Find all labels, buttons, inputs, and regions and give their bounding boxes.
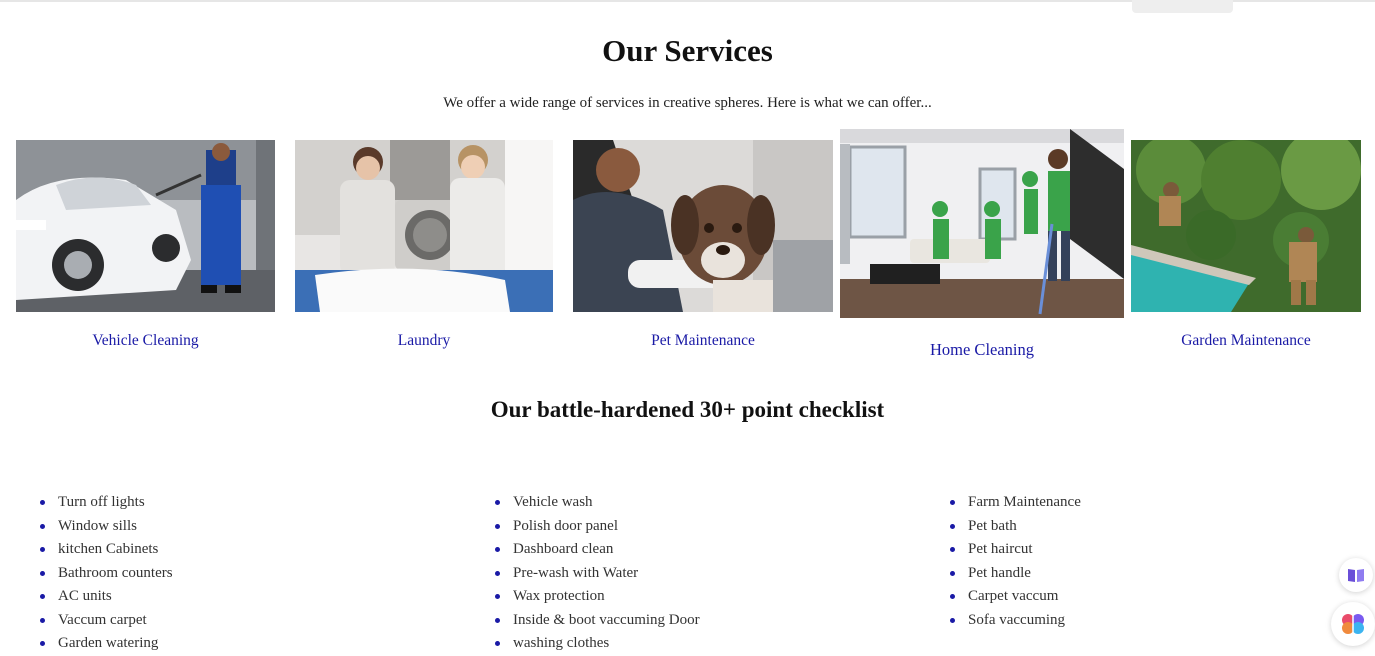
home-cleaning-photo[interactable] <box>840 129 1124 318</box>
list-item: washing clothes <box>493 632 700 656</box>
list-item: Dashboard clean <box>493 538 700 562</box>
pet-maintenance-photo[interactable] <box>573 140 833 312</box>
top-tab[interactable] <box>1132 0 1233 13</box>
checklist-title: Our battle-hardened 30+ point checklist <box>490 397 885 422</box>
list-item: AC units <box>38 585 173 609</box>
list-item: kitchen Cabinets <box>38 538 173 562</box>
list-item: Vehicle wash <box>493 491 700 515</box>
brain-icon <box>1342 614 1364 634</box>
list-item: Pet haircut <box>948 538 1081 562</box>
checklist-column-2: Vehicle wash Polish door panel Dashboard… <box>493 491 700 656</box>
list-item: Bathroom counters <box>38 562 173 586</box>
service-link-garden-maintenance[interactable]: Garden Maintenance <box>1131 332 1361 350</box>
checklist-column-3: Farm Maintenance Pet bath Pet haircut Pe… <box>948 491 1081 632</box>
service-link-vehicle-cleaning[interactable]: Vehicle Cleaning <box>16 332 275 350</box>
checklist-column-1: Turn off lights Window sills kitchen Cab… <box>38 491 173 656</box>
service-link-laundry[interactable]: Laundry <box>295 332 553 350</box>
service-link-pet-maintenance[interactable]: Pet Maintenance <box>573 332 833 350</box>
list-item: Farm Maintenance <box>948 491 1081 515</box>
list-item: Vaccum carpet <box>38 609 173 633</box>
ai-assistant-button[interactable] <box>1331 602 1375 646</box>
list-item: Pre-wash with Water <box>493 562 700 586</box>
book-icon <box>1348 569 1364 582</box>
service-link-home-cleaning[interactable]: Home Cleaning <box>840 340 1124 360</box>
reader-mode-button[interactable] <box>1339 558 1373 592</box>
garden-maintenance-photo[interactable] <box>1131 140 1361 312</box>
laundry-photo[interactable] <box>295 140 553 312</box>
list-item: Sofa vaccuming <box>948 609 1081 633</box>
list-item: Carpet vaccum <box>948 585 1081 609</box>
vehicle-cleaning-photo[interactable] <box>16 140 275 312</box>
list-item: Inside & boot vaccuming Door <box>493 609 700 633</box>
list-item: Polish door panel <box>493 515 700 539</box>
page-subtitle: We offer a wide range of services in cre… <box>443 95 932 111</box>
page-title: Our Services <box>602 33 773 68</box>
list-item: Turn off lights <box>38 491 173 515</box>
list-item: Garden watering <box>38 632 173 656</box>
list-item: Pet handle <box>948 562 1081 586</box>
list-item: Wax protection <box>493 585 700 609</box>
list-item: Window sills <box>38 515 173 539</box>
list-item: Pet bath <box>948 515 1081 539</box>
